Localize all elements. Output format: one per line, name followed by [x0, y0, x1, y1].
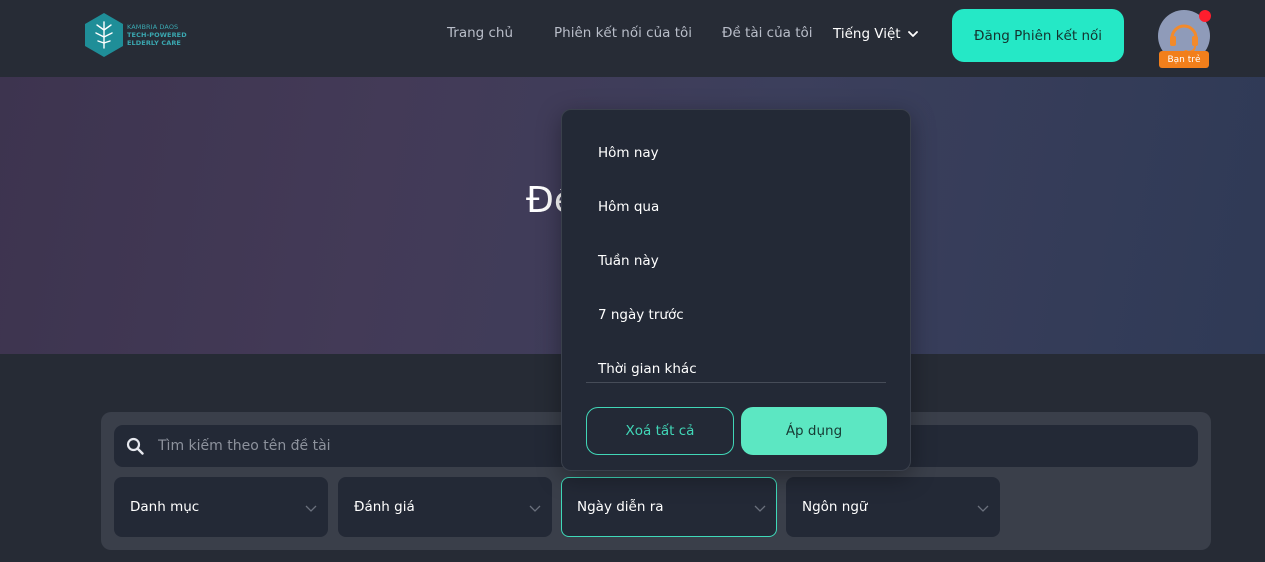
notification-dot: [1199, 10, 1211, 22]
brand-line-1: KAMBRIA DAOS: [127, 23, 179, 31]
search-icon: [126, 437, 144, 455]
filter-date[interactable]: Ngày diễn ra: [561, 477, 777, 537]
brand-line-2: TECH-POWERED: [127, 31, 187, 39]
logo-hexagon-icon: [85, 13, 123, 57]
date-option-last-7-days[interactable]: 7 ngày trước: [598, 307, 684, 323]
date-option-today[interactable]: Hôm nay: [598, 145, 659, 161]
filter-label: Đánh giá: [354, 499, 415, 515]
chevron-down-icon: [754, 505, 766, 512]
date-option-custom[interactable]: Thời gian khác: [598, 361, 697, 377]
chevron-down-icon: [907, 30, 918, 37]
nav-home[interactable]: Trang chủ: [447, 25, 513, 41]
date-option-yesterday[interactable]: Hôm qua: [598, 199, 659, 215]
apply-button[interactable]: Áp dụng: [741, 407, 887, 455]
user-menu[interactable]: Bạn trẻ: [1157, 9, 1213, 69]
clear-all-button[interactable]: Xoá tất cả: [586, 407, 734, 455]
filter-label: Danh mục: [130, 499, 200, 515]
brand-logo[interactable]: KAMBRIA DAOS TECH-POWERED ELDERLY CARE: [84, 11, 196, 59]
brand-wordmark: KAMBRIA DAOS TECH-POWERED ELDERLY CARE: [127, 23, 187, 47]
filter-language[interactable]: Ngôn ngữ: [786, 477, 1000, 537]
filter-label: Ngày diễn ra: [577, 499, 664, 515]
filter-rating[interactable]: Đánh giá: [338, 477, 552, 537]
divider: [586, 382, 886, 383]
nav-my-sessions[interactable]: Phiên kết nối của tôi: [554, 25, 692, 41]
date-option-this-week[interactable]: Tuần này: [598, 253, 659, 269]
filter-label: Ngôn ngữ: [802, 499, 868, 515]
language-label: Tiếng Việt: [833, 26, 901, 42]
post-session-button[interactable]: Đăng Phiên kết nối: [952, 9, 1124, 62]
language-selector[interactable]: Tiếng Việt: [833, 26, 918, 42]
chevron-down-icon: [305, 505, 317, 512]
nav-my-topics[interactable]: Đề tài của tôi: [722, 25, 813, 41]
chevron-down-icon: [529, 505, 541, 512]
user-role-badge: Bạn trẻ: [1159, 51, 1209, 68]
top-navbar: KAMBRIA DAOS TECH-POWERED ELDERLY CARE T…: [0, 0, 1265, 77]
page-title: Đề: [526, 180, 566, 221]
filter-category[interactable]: Danh mục: [114, 477, 328, 537]
date-filter-dropdown: Hôm nay Hôm qua Tuần này 7 ngày trước Th…: [561, 109, 911, 471]
chevron-down-icon: [977, 505, 989, 512]
brand-line-3: ELDERLY CARE: [127, 39, 181, 47]
